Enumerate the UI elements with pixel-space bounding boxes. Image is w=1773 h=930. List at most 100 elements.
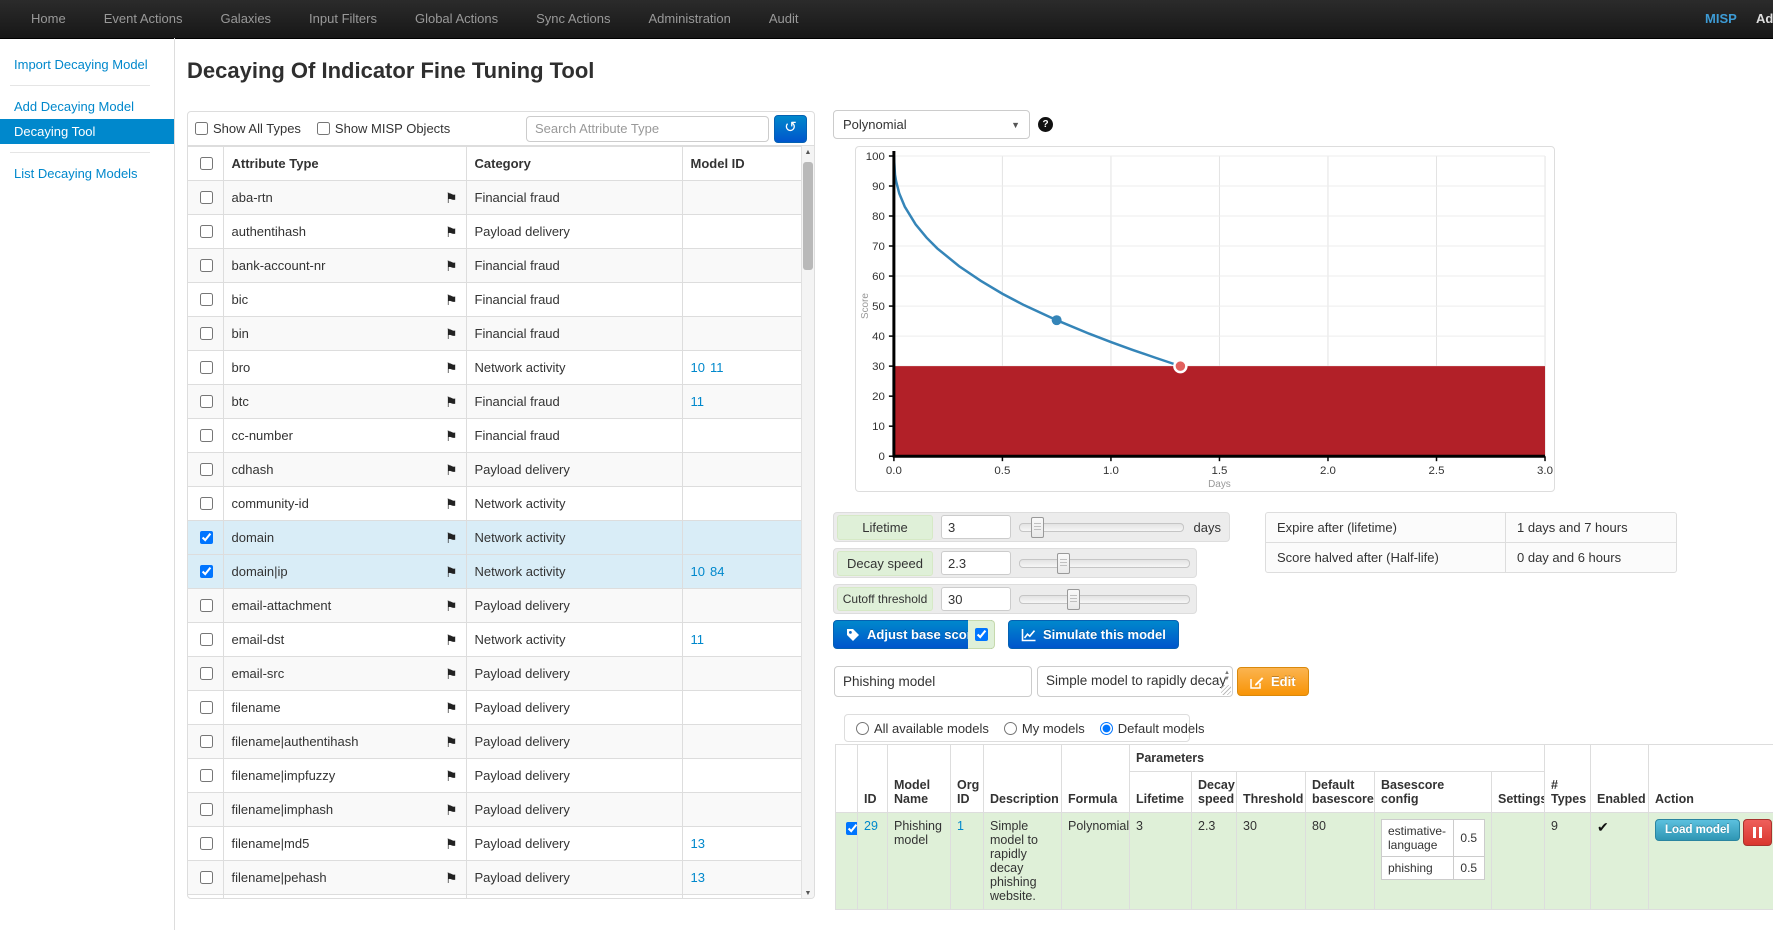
model-id-link[interactable]: 10 bbox=[691, 564, 705, 579]
flag-icon[interactable]: ⚑ bbox=[445, 837, 458, 851]
attribute-checkbox[interactable] bbox=[200, 837, 213, 850]
edit-model-button[interactable]: Edit bbox=[1237, 667, 1309, 696]
attribute-checkbox[interactable] bbox=[200, 531, 213, 544]
misp-brand-link[interactable]: MISP bbox=[1705, 0, 1737, 38]
nav-item-galaxies[interactable]: Galaxies bbox=[201, 0, 290, 38]
org-id-link[interactable]: 1 bbox=[957, 819, 964, 833]
cutoff-threshold-slider[interactable] bbox=[1019, 595, 1190, 604]
attribute-checkbox[interactable] bbox=[200, 667, 213, 680]
nav-item-event-actions[interactable]: Event Actions bbox=[85, 0, 202, 38]
attribute-checkbox[interactable] bbox=[200, 429, 213, 442]
model-id-link[interactable]: 10 bbox=[691, 360, 705, 375]
nav-item-audit[interactable]: Audit bbox=[750, 0, 818, 38]
show-all-types-checkbox[interactable] bbox=[195, 122, 208, 135]
attribute-checkbox[interactable] bbox=[200, 293, 213, 306]
search-attribute-type-input[interactable] bbox=[526, 116, 769, 142]
pause-model-button[interactable] bbox=[1743, 819, 1772, 846]
attribute-checkbox[interactable] bbox=[200, 701, 213, 714]
flag-icon[interactable]: ⚑ bbox=[445, 735, 458, 749]
textarea-resize-grip[interactable] bbox=[1221, 685, 1231, 695]
model-id-link[interactable]: 84 bbox=[710, 564, 724, 579]
flag-icon[interactable]: ⚑ bbox=[445, 259, 458, 273]
flag-icon[interactable]: ⚑ bbox=[445, 429, 458, 443]
flag-icon[interactable]: ⚑ bbox=[445, 463, 458, 477]
radio-my-models[interactable] bbox=[1004, 722, 1017, 735]
nav-item-home[interactable]: Home bbox=[12, 0, 85, 38]
flag-icon[interactable]: ⚑ bbox=[445, 531, 458, 545]
user-menu[interactable]: Admin bbox=[1756, 0, 1773, 38]
sidebar-item-list-decaying-models[interactable]: List Decaying Models bbox=[0, 161, 174, 186]
flag-icon[interactable]: ⚑ bbox=[445, 701, 458, 715]
flag-icon[interactable]: ⚑ bbox=[445, 191, 458, 205]
cutoff-point-marker[interactable] bbox=[1174, 360, 1186, 372]
attribute-checkbox[interactable] bbox=[200, 259, 213, 272]
cutoff-threshold-input[interactable] bbox=[941, 587, 1011, 611]
radio-all-available-models[interactable] bbox=[856, 722, 869, 735]
nav-item-administration[interactable]: Administration bbox=[630, 0, 750, 38]
attribute-checkbox[interactable] bbox=[200, 225, 213, 238]
decay-speed-slider-handle[interactable] bbox=[1057, 553, 1070, 574]
flag-icon[interactable]: ⚑ bbox=[445, 871, 458, 885]
attribute-checkbox[interactable] bbox=[200, 735, 213, 748]
filter-all-available-models[interactable]: All available models bbox=[856, 721, 989, 736]
model-description-textarea[interactable]: Simple model to rapidly decay ▲▼ bbox=[1037, 666, 1233, 697]
attribute-checkbox[interactable] bbox=[200, 803, 213, 816]
filter-my-models[interactable]: My models bbox=[1004, 721, 1085, 736]
model-id-link[interactable]: 13 bbox=[691, 836, 705, 851]
model-id-link[interactable]: 29 bbox=[864, 819, 878, 833]
attribute-checkbox[interactable] bbox=[200, 191, 213, 204]
attribute-checkbox[interactable] bbox=[200, 327, 213, 340]
flag-icon[interactable]: ⚑ bbox=[445, 599, 458, 613]
adjust-basescore-checkbox[interactable] bbox=[975, 628, 988, 641]
help-icon[interactable]: ? bbox=[1038, 117, 1053, 132]
nav-item-sync-actions[interactable]: Sync Actions bbox=[517, 0, 629, 38]
current-score-marker[interactable] bbox=[1052, 315, 1062, 325]
model-id-link[interactable]: 11 bbox=[691, 394, 705, 409]
sidebar-item-add-decaying-model[interactable]: Add Decaying Model bbox=[0, 94, 174, 119]
model-row-checkbox[interactable] bbox=[846, 822, 858, 835]
select-all-checkbox[interactable] bbox=[200, 157, 213, 170]
flag-icon[interactable]: ⚑ bbox=[445, 633, 458, 647]
model-id-link[interactable]: 13 bbox=[691, 870, 705, 885]
scroll-up-arrow-icon[interactable]: ▲ bbox=[802, 146, 814, 160]
model-name-input[interactable] bbox=[834, 666, 1032, 697]
flag-icon[interactable]: ⚑ bbox=[445, 395, 458, 409]
scroll-down-arrow-icon[interactable]: ▼ bbox=[802, 887, 814, 899]
attribute-checkbox[interactable] bbox=[200, 565, 213, 578]
scrollbar-thumb[interactable] bbox=[803, 162, 813, 270]
flag-icon[interactable]: ⚑ bbox=[445, 361, 458, 375]
attribute-checkbox[interactable] bbox=[200, 633, 213, 646]
flag-icon[interactable]: ⚑ bbox=[445, 803, 458, 817]
attribute-checkbox[interactable] bbox=[200, 769, 213, 782]
lifetime-input[interactable] bbox=[941, 515, 1011, 539]
attribute-checkbox[interactable] bbox=[200, 361, 213, 374]
nav-item-input-filters[interactable]: Input Filters bbox=[290, 0, 396, 38]
decay-speed-slider[interactable] bbox=[1019, 559, 1190, 568]
formula-select[interactable]: Polynomial ▼ bbox=[833, 110, 1030, 139]
decay-speed-input[interactable] bbox=[941, 551, 1011, 575]
attribute-checkbox[interactable] bbox=[200, 871, 213, 884]
flag-icon[interactable]: ⚑ bbox=[445, 293, 458, 307]
nav-item-global-actions[interactable]: Global Actions bbox=[396, 0, 517, 38]
attribute-table-scrollbar[interactable]: ▲ ▼ bbox=[801, 146, 814, 899]
attribute-checkbox[interactable] bbox=[200, 463, 213, 476]
show-misp-objects-checkbox-label[interactable]: Show MISP Objects bbox=[317, 121, 450, 136]
load-model-button[interactable]: Load model bbox=[1655, 819, 1740, 841]
radio-default-models[interactable] bbox=[1100, 722, 1113, 735]
model-id-link[interactable]: 11 bbox=[710, 360, 724, 375]
lifetime-slider-handle[interactable] bbox=[1031, 517, 1044, 538]
simulate-model-button[interactable]: Simulate this model bbox=[1008, 620, 1179, 649]
textarea-scroll-arrows-icon[interactable]: ▲▼ bbox=[1224, 670, 1230, 682]
lifetime-slider[interactable] bbox=[1019, 523, 1184, 532]
history-refresh-button[interactable]: ↺ bbox=[774, 115, 807, 143]
filter-default-models[interactable]: Default models bbox=[1100, 721, 1205, 736]
flag-icon[interactable]: ⚑ bbox=[445, 667, 458, 681]
attribute-checkbox[interactable] bbox=[200, 395, 213, 408]
sidebar-item-decaying-tool[interactable]: Decaying Tool bbox=[0, 119, 174, 144]
flag-icon[interactable]: ⚑ bbox=[445, 565, 458, 579]
flag-icon[interactable]: ⚑ bbox=[445, 769, 458, 783]
sidebar-item-import-decaying-model[interactable]: Import Decaying Model bbox=[0, 52, 174, 77]
attribute-checkbox[interactable] bbox=[200, 497, 213, 510]
flag-icon[interactable]: ⚑ bbox=[445, 497, 458, 511]
cutoff-threshold-slider-handle[interactable] bbox=[1067, 589, 1080, 610]
